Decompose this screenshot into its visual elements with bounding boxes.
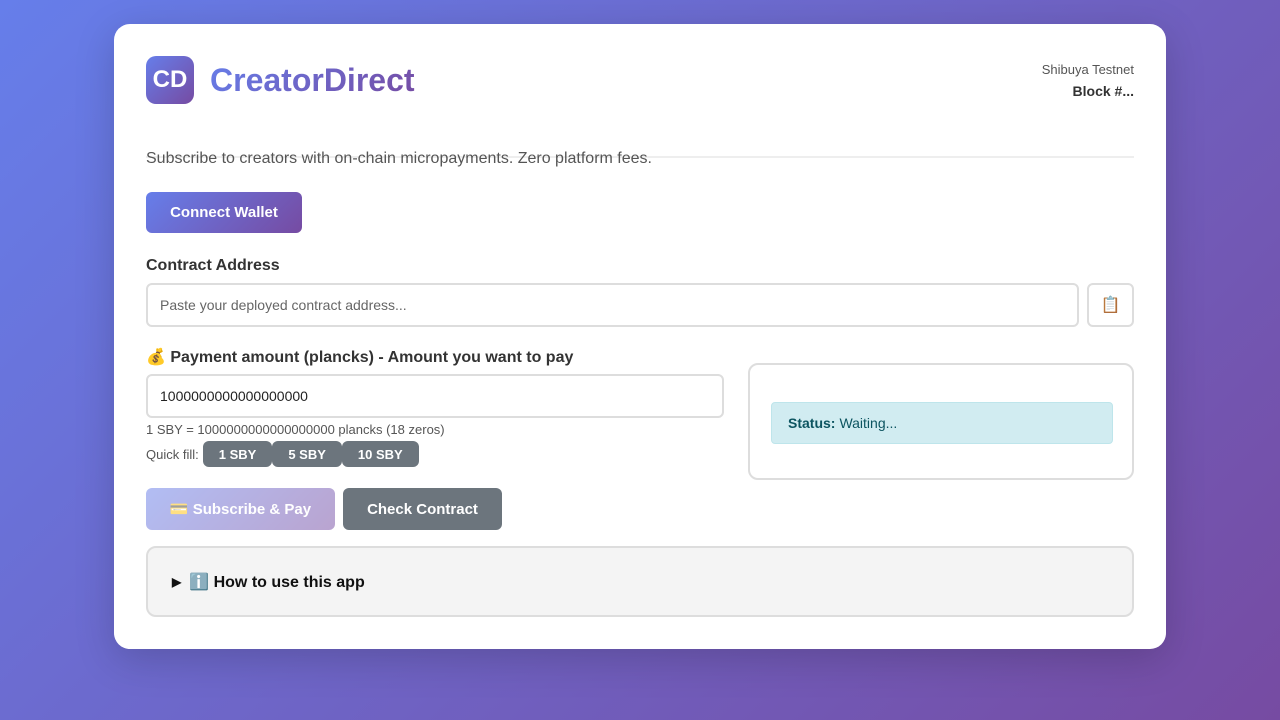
- quick-fill: Quick fill: 1 SBY 5 SBY 10 SBY: [146, 441, 419, 467]
- block-number: Block #...: [1072, 83, 1134, 99]
- app-logo: CD: [146, 56, 194, 104]
- main-card: CD CreatorDirect Shibuya Testnet Block #…: [114, 24, 1166, 649]
- paste-button[interactable]: 📋: [1087, 283, 1134, 327]
- how-to-use-summary: ℹ️ How to use this app: [189, 573, 365, 591]
- subscribe-pay-button[interactable]: 💳 Subscribe & Pay: [146, 488, 335, 530]
- quick-fill-5-sby-button[interactable]: 5 SBY: [272, 441, 342, 467]
- planck-hint: 1 SBY = 1000000000000000000 plancks (18 …: [146, 422, 445, 437]
- status-message: Status: Waiting...: [771, 402, 1113, 444]
- quick-fill-1-sby-button[interactable]: 1 SBY: [202, 441, 273, 467]
- disclosure-triangle-icon: ▶: [172, 574, 182, 589]
- status-value: Waiting...: [839, 415, 898, 431]
- tagline: Subscribe to creators with on-chain micr…: [146, 150, 652, 167]
- status-label: Status:: [788, 415, 836, 431]
- quick-fill-label: Quick fill:: [146, 446, 199, 462]
- connect-wallet-button[interactable]: Connect Wallet: [146, 192, 302, 233]
- contract-address-label: Contract Address: [146, 257, 280, 274]
- status-panel: Status: Waiting...: [748, 363, 1134, 480]
- payment-amount-label: 💰 Payment amount (plancks) - Amount you …: [146, 349, 574, 366]
- contract-address-input[interactable]: [146, 283, 1079, 327]
- brand: CD CreatorDirect: [146, 56, 415, 104]
- quick-fill-10-sby-button[interactable]: 10 SBY: [341, 441, 419, 467]
- network-name: Shibuya Testnet: [1041, 62, 1134, 77]
- clipboard-icon: 📋: [1100, 297, 1121, 314]
- app-title: CreatorDirect: [210, 56, 415, 104]
- payment-amount-input[interactable]: [146, 374, 724, 418]
- network-info: Shibuya Testnet Block #...: [1042, 62, 1134, 100]
- header: CD CreatorDirect Shibuya Testnet Block #…: [146, 56, 1134, 158]
- how-to-use-details[interactable]: ▶ ℹ️ How to use this app: [146, 546, 1134, 617]
- check-contract-button[interactable]: Check Contract: [343, 488, 502, 530]
